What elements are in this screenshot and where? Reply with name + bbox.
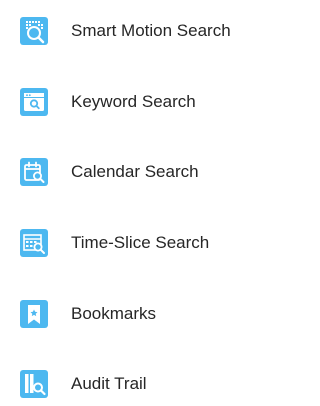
menu-item-label: Audit Trail bbox=[71, 374, 147, 393]
keyword-search-icon bbox=[20, 88, 48, 116]
bookmark-icon bbox=[20, 300, 48, 328]
menu-item-audit-trail[interactable]: Audit Trail bbox=[0, 364, 289, 404]
menu-item-label: Calendar Search bbox=[71, 162, 199, 181]
menu-item-label: Bookmarks bbox=[71, 304, 157, 323]
time-slice-search-icon bbox=[20, 229, 48, 257]
menu-item-time-slice-search[interactable]: Time-Slice Search bbox=[0, 223, 289, 263]
menu-item-calendar-search[interactable]: Calendar Search bbox=[0, 152, 289, 192]
menu-item-keyword-search[interactable]: Keyword Search bbox=[0, 82, 289, 122]
menu-item-bookmarks[interactable]: Bookmarks bbox=[0, 294, 289, 334]
menu-item-label: Keyword Search bbox=[71, 92, 196, 111]
menu-item-label: Smart Motion Search bbox=[71, 21, 231, 40]
calendar-search-icon bbox=[20, 158, 48, 186]
smart-motion-search-icon bbox=[20, 17, 48, 45]
menu-item-smart-motion-search[interactable]: Smart Motion Search bbox=[0, 11, 289, 51]
audit-trail-icon bbox=[20, 370, 48, 398]
menu-item-label: Time-Slice Search bbox=[71, 233, 210, 252]
search-menu: Smart Motion Search Keyword Search Calen… bbox=[0, 0, 289, 406]
